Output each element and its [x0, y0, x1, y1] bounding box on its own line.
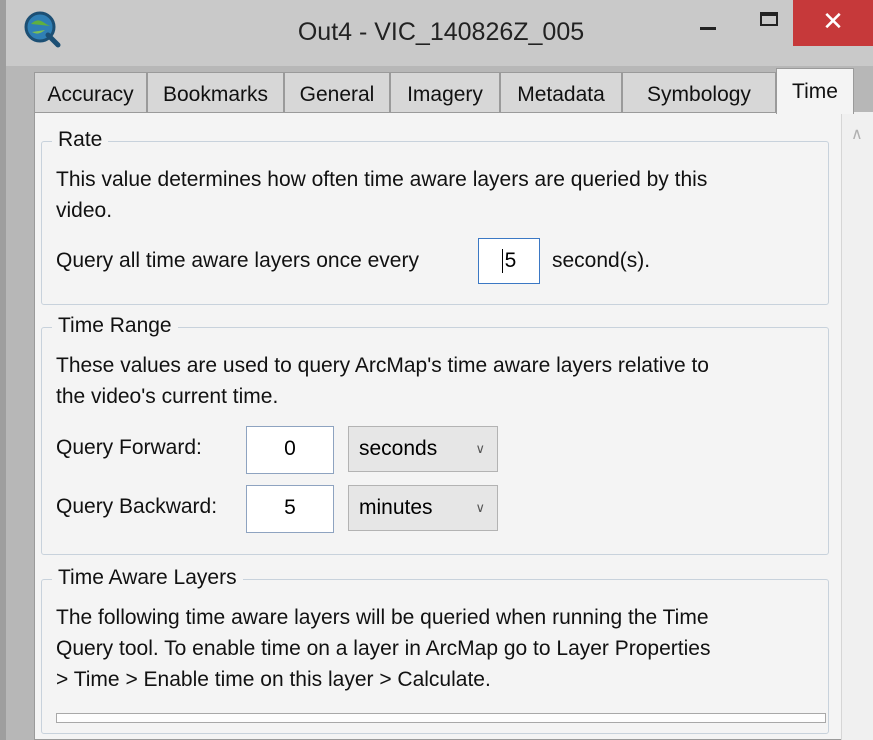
- tab-time[interactable]: Time: [776, 68, 854, 114]
- rate-group: Rate This value determines how often tim…: [41, 128, 829, 305]
- time-range-legend: Time Range: [52, 314, 178, 338]
- tab-general[interactable]: General: [284, 72, 390, 112]
- query-interval-input[interactable]: 5: [478, 238, 540, 284]
- tab-metadata[interactable]: Metadata: [500, 72, 622, 112]
- close-icon: ✕: [822, 6, 844, 36]
- time-range-group: Time Range These values are used to quer…: [41, 314, 829, 555]
- rate-legend: Rate: [52, 128, 109, 152]
- query-forward-input[interactable]: 0: [246, 426, 334, 474]
- close-button[interactable]: ✕: [793, 0, 873, 46]
- time-range-description-line1: These values are used to query ArcMap's …: [56, 354, 709, 377]
- query-interval-unit: second(s).: [552, 249, 651, 272]
- time-aware-layers-list[interactable]: [56, 713, 826, 723]
- query-forward-unit-value: seconds: [359, 437, 438, 460]
- query-backward-input[interactable]: 5: [246, 485, 334, 533]
- query-backward-unit-value: minutes: [359, 496, 433, 519]
- title-bar[interactable]: Out4 - VIC_140826Z_005 ✕: [6, 0, 873, 66]
- properties-window: Out4 - VIC_140826Z_005 ✕ Accuracy Bookma…: [0, 0, 873, 740]
- query-backward-label: Query Backward:: [56, 495, 218, 518]
- query-forward-label: Query Forward:: [56, 436, 202, 459]
- chevron-up-icon[interactable]: ∧: [851, 124, 865, 143]
- time-aware-layers-group: Time Aware Layers The following time awa…: [41, 566, 829, 734]
- tab-accuracy[interactable]: Accuracy: [34, 72, 147, 112]
- time-aware-layers-description-line1: The following time aware layers will be …: [56, 606, 709, 629]
- window-title: Out4 - VIC_140826Z_005: [297, 18, 585, 46]
- time-range-description-line2: the video's current time.: [56, 385, 279, 408]
- rate-description-line1: This value determines how often time awa…: [56, 168, 708, 191]
- minimize-button[interactable]: [684, 0, 730, 46]
- chevron-down-icon: ∨: [475, 441, 485, 456]
- rate-description-line2: video.: [56, 199, 113, 222]
- time-tab-panel: Rate This value determines how often tim…: [34, 112, 844, 740]
- vertical-scrollbar[interactable]: ∧: [841, 112, 873, 740]
- tab-bookmarks[interactable]: Bookmarks: [147, 72, 284, 112]
- time-aware-layers-description-line3: > Time > Enable time on this layer > Cal…: [56, 668, 491, 691]
- query-interval-value: 5: [504, 249, 517, 272]
- query-forward-unit-select[interactable]: seconds ∨: [348, 426, 498, 472]
- query-interval-label: Query all time aware layers once every: [56, 249, 419, 272]
- text-caret: [501, 249, 503, 274]
- chevron-down-icon: ∨: [475, 500, 485, 515]
- query-backward-unit-select[interactable]: minutes ∨: [348, 485, 498, 531]
- time-aware-layers-description-line2: Query tool. To enable time on a layer in…: [56, 637, 711, 660]
- globe-q-icon: [24, 11, 61, 48]
- tab-symbology[interactable]: Symbology: [622, 72, 776, 112]
- tab-imagery[interactable]: Imagery: [390, 72, 500, 112]
- time-aware-layers-legend: Time Aware Layers: [52, 566, 243, 590]
- maximize-button[interactable]: [746, 0, 792, 46]
